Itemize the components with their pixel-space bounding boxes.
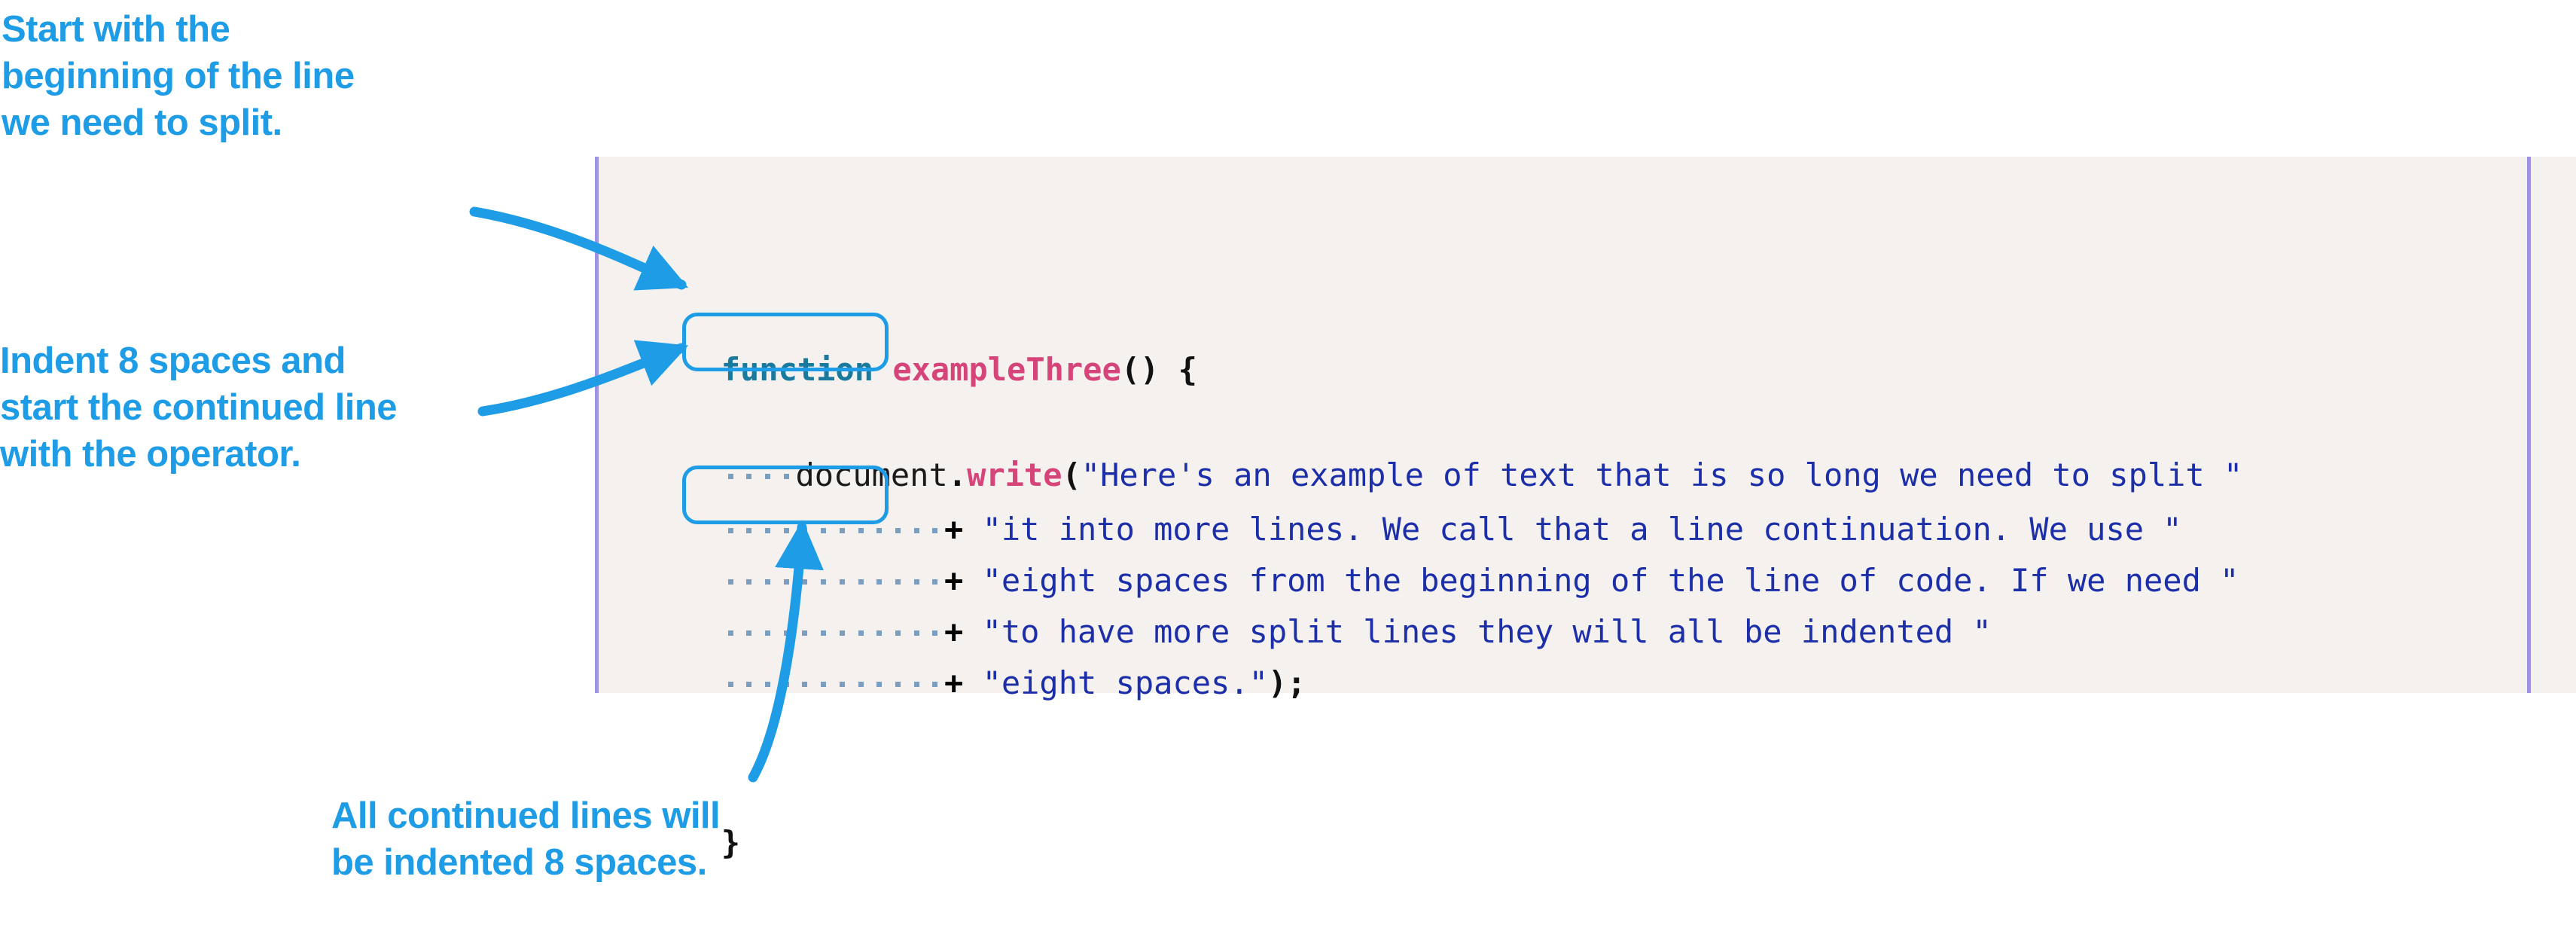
space-dot-icon xyxy=(889,667,907,699)
annotation-top: Start with the beginning of the line we … xyxy=(2,9,355,143)
indent-highlight-box-line6 xyxy=(682,466,889,524)
token-string-5: "eight spaces." xyxy=(982,664,1268,701)
token-close-paren-semicolon: ); xyxy=(1267,664,1306,701)
token-plus-operator: + xyxy=(944,664,964,701)
token-paren-brace-open: () { xyxy=(1120,351,1197,388)
annotation-middle: Indent 8 spaces and start the continued … xyxy=(0,340,398,475)
space-dot-icon xyxy=(739,667,758,699)
code-lines-container: function exampleThree() { document.write… xyxy=(599,157,2576,859)
space-dot-icon xyxy=(925,667,944,699)
space-dot-icon xyxy=(814,667,833,699)
code-block-panel: function exampleThree() { document.write… xyxy=(595,157,2576,859)
space-dot-icon xyxy=(721,667,740,699)
space-dot-icon xyxy=(758,667,777,699)
annotation-bottom: All continued lines will be indented 8 s… xyxy=(331,795,721,883)
space-dot-icon xyxy=(795,667,814,699)
space-dot-icon xyxy=(907,667,926,699)
token-function-name: exampleThree xyxy=(892,351,1121,388)
space-dot-icon xyxy=(777,667,796,699)
token-space-5 xyxy=(963,664,982,701)
space-dot-icon xyxy=(870,667,889,699)
space-dot-icon xyxy=(833,667,852,699)
indent-highlight-box-line3 xyxy=(682,313,889,371)
code-line-6: + "eight spaces."); xyxy=(607,636,1306,731)
space-dot-icon xyxy=(852,667,870,699)
